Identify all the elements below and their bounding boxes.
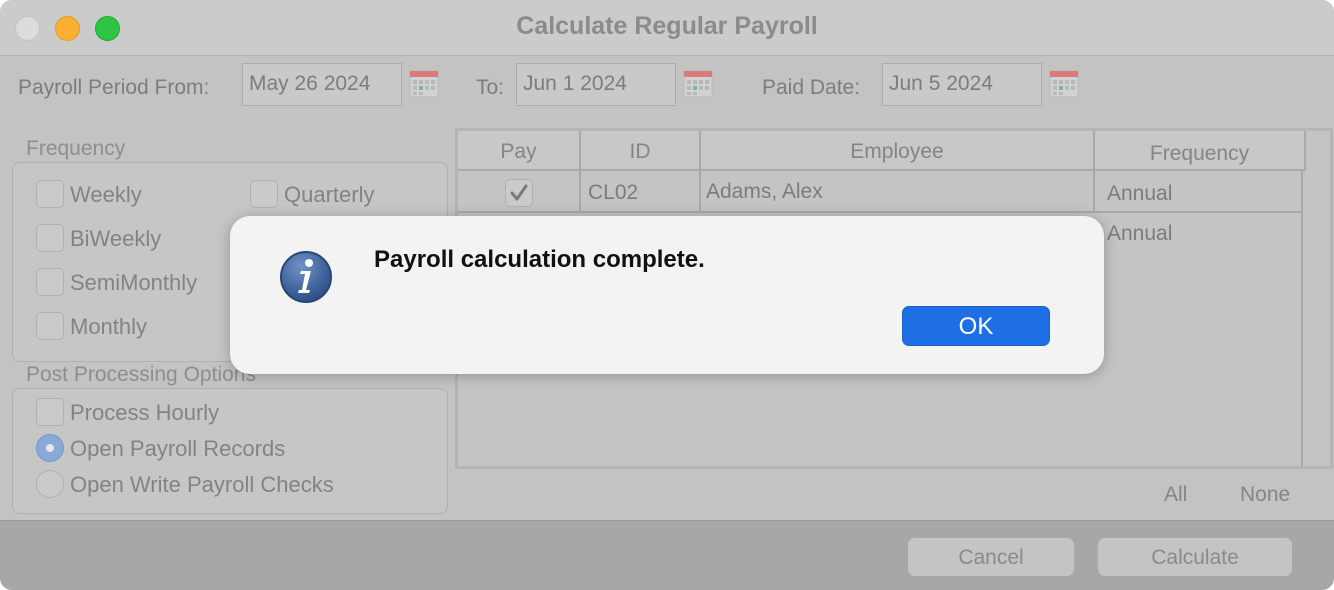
column-divider: [1093, 171, 1095, 213]
title-bar: Calculate Regular Payroll: [0, 0, 1334, 56]
monthly-label: Monthly: [70, 314, 148, 339]
column-header-id[interactable]: ID: [581, 131, 701, 171]
column-header-frequency[interactable]: Frequency: [1095, 131, 1306, 171]
select-none-button[interactable]: None: [1240, 483, 1290, 507]
dialog-message: Payroll calculation complete.: [374, 246, 705, 273]
column-header-employee[interactable]: Employee: [701, 131, 1095, 171]
period-from-label: Payroll Period From:: [18, 76, 210, 99]
column-divider: [579, 171, 581, 213]
select-all-button[interactable]: All: [1164, 483, 1187, 507]
frequency-section-title: Frequency: [26, 137, 126, 160]
employee-id-cell: CL02: [588, 181, 639, 204]
calendar-icon[interactable]: [1049, 68, 1079, 98]
column-header-pay[interactable]: Pay: [458, 131, 581, 171]
employee-frequency-cell: Annual: [1107, 222, 1173, 245]
column-divider: [699, 171, 701, 213]
open-write-checks-label: Open Write Payroll Checks: [70, 472, 334, 497]
employee-frequency-cell: Annual: [1107, 182, 1173, 205]
period-to-label: To:: [476, 76, 505, 99]
quarterly-label: Quarterly: [284, 182, 375, 207]
semimonthly-checkbox[interactable]: [36, 268, 64, 296]
weekly-label: Weekly: [70, 182, 142, 207]
calendar-icon[interactable]: [409, 68, 439, 98]
pay-checkbox[interactable]: [505, 179, 533, 207]
post-processing-title: Post Processing Options: [26, 363, 256, 386]
quarterly-checkbox[interactable]: [250, 180, 278, 208]
info-icon: [280, 251, 332, 303]
bottom-toolbar: Cancel Calculate: [0, 520, 1334, 590]
payroll-window: Calculate Regular Payroll Payroll Period…: [0, 0, 1334, 590]
paid-date-label: Paid Date:: [762, 76, 861, 99]
process-hourly-label: Process Hourly: [70, 400, 220, 425]
open-write-checks-radio[interactable]: [36, 470, 64, 498]
monthly-checkbox[interactable]: [36, 312, 64, 340]
biweekly-checkbox[interactable]: [36, 224, 64, 252]
employee-name-cell: Adams, Alex: [706, 180, 823, 203]
checkmark-icon: [510, 184, 528, 201]
open-payroll-records-radio[interactable]: [36, 434, 64, 462]
row-divider: [458, 211, 1301, 213]
cancel-button[interactable]: Cancel: [907, 537, 1075, 577]
calendar-icon[interactable]: [683, 68, 713, 98]
biweekly-label: BiWeekly: [70, 226, 162, 251]
open-payroll-records-label: Open Payroll Records: [70, 436, 286, 461]
calculate-button[interactable]: Calculate: [1097, 537, 1293, 577]
weekly-checkbox[interactable]: [36, 180, 64, 208]
semimonthly-label: SemiMonthly: [70, 270, 198, 295]
paid-date-field[interactable]: Jun 5 2024: [882, 63, 1042, 106]
period-to-field[interactable]: Jun 1 2024: [516, 63, 676, 106]
ok-button[interactable]: OK: [902, 306, 1050, 346]
period-from-field[interactable]: May 26 2024: [242, 63, 402, 106]
window-title: Calculate Regular Payroll: [516, 12, 818, 40]
column-divider: [1301, 171, 1303, 466]
alert-dialog: Payroll calculation complete. OK: [230, 216, 1104, 374]
process-hourly-checkbox[interactable]: [36, 398, 64, 426]
